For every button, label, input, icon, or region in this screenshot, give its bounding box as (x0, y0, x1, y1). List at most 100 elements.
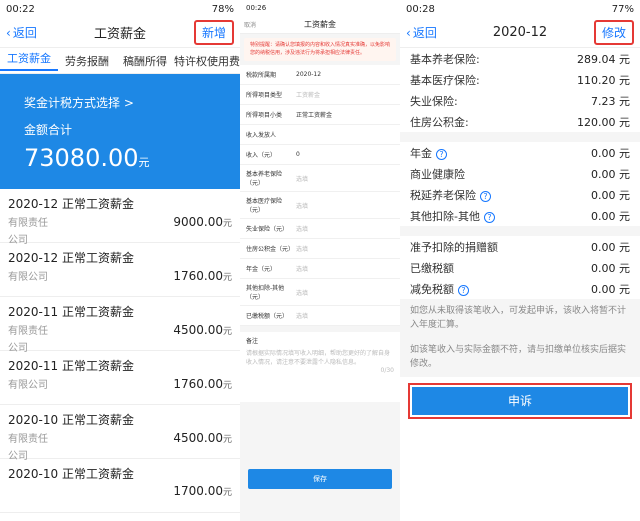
record-amount-unit: 元 (222, 488, 232, 498)
salary-list-screen: 00:22 78% ‹ 返回 工资薪金 新增 工资薪金 劳务报酬 稿酬所得 特许权使用费… (0, 0, 240, 521)
field-value[interactable]: 正常工资薪金 (296, 110, 394, 119)
form-field[interactable]: 基本养老保险（元） 选填 (240, 165, 400, 192)
record-row[interactable]: 2020-10 正常工资薪金 1700.00元 (0, 459, 240, 513)
record-company-row: 有限公司 1760.00元 (8, 268, 232, 283)
detail-value: 0.00 元 (591, 167, 630, 181)
total-unit: 元 (138, 156, 150, 169)
field-value[interactable]: 工资薪金 (296, 90, 394, 99)
detail-label-wrap: 失业保险: (410, 93, 458, 109)
record-company: 有限公司 (8, 380, 48, 391)
help-icon[interactable]: ? (436, 148, 447, 160)
detail-row: 减免税额? 0.00 元 (400, 278, 640, 299)
field-value[interactable]: 选填 (296, 174, 394, 183)
record-company-row: 有限公司 1760.00元 (8, 376, 232, 391)
status-time: 00:26 (246, 4, 267, 12)
field-value[interactable]: 选填 (296, 201, 394, 210)
field-value[interactable]: 选填 (296, 264, 394, 273)
tab-3[interactable]: 特许权使用费 (174, 53, 240, 69)
form-field[interactable]: 所得项目小类 正常工资薪金 (240, 105, 400, 125)
detail-label: 年金 (410, 146, 432, 160)
detail-label: 准予扣除的捐赠额 (410, 240, 498, 254)
help-icon[interactable]: ? (483, 211, 495, 223)
appeal-button[interactable]: 申诉 (412, 387, 628, 415)
status-battery: 78% (211, 3, 234, 15)
form-field[interactable]: 住房公积金（元） 选填 (240, 239, 400, 259)
detail-row: 基本养老保险: 289.04 元 (400, 48, 640, 69)
form-field[interactable]: 收入发放人 (240, 125, 400, 145)
detail-row: 年金? 0.00 元 (400, 142, 640, 163)
detail-row: 商业健康险 0.00 元 (400, 163, 640, 184)
detail-row: 准予扣除的捐赠额 0.00 元 (400, 236, 640, 257)
tab-0[interactable]: 工资薪金 (0, 50, 58, 71)
record-company-row: 有限责任 4500.00元 (8, 430, 232, 445)
record-row[interactable]: 2020-10 正常工资薪金 有限责任 4500.00元 公司 (0, 405, 240, 462)
detail-row: 税延养老保险? 0.00 元 (400, 184, 640, 205)
record-title: 2020-10 正常工资薪金 (8, 413, 134, 427)
record-title: 2020-11 正常工资薪金 (8, 305, 134, 319)
detail-value: 0.00 元 (591, 209, 630, 223)
tab-2[interactable]: 稿酬所得 (116, 53, 174, 69)
save-button[interactable]: 保存 (248, 469, 392, 489)
field-label: 失业保险（元） (246, 226, 289, 233)
field-value[interactable]: 选填 (296, 288, 394, 297)
record-title-row: 2020-11 正常工资薪金 (8, 357, 232, 374)
field-value[interactable]: 选填 (296, 311, 394, 320)
form-field[interactable]: 失业保险（元） 选填 (240, 219, 400, 239)
form-fields: 税款所属期 2020-12 所得项目类型 工资薪金所得项目小类 正常工资薪金收入发放人收… (240, 65, 400, 326)
form-field[interactable]: 已缴税额（元） 选填 (240, 306, 400, 326)
record-amount-unit: 元 (222, 219, 232, 229)
field-label: 基本养老保险（元） (246, 171, 283, 187)
form-field[interactable]: 税款所属期 2020-12 (240, 65, 400, 85)
record-title-row: 2020-12 正常工资薪金 (8, 195, 232, 212)
record-amount-value: 9000.00 (173, 215, 223, 229)
remark-section[interactable]: 备注 请根据实际情况填写收入明细，帮助您更好的了解自身收入情况，请注意不要泄露个… (240, 332, 400, 402)
record-row[interactable]: 2020-12 正常工资薪金 有限公司 1760.00元 (0, 243, 240, 297)
nav-bar: 取消 工资薪金 (240, 16, 400, 34)
detail-label: 其他扣除-其他 (410, 209, 480, 223)
record-amount-unit: 元 (222, 435, 232, 445)
field-value[interactable]: 选填 (296, 244, 394, 253)
bonus-method-link[interactable]: 奖金计税方式选择 > (24, 94, 216, 111)
record-amount-value: 1700.00 (173, 484, 223, 498)
tab-1[interactable]: 劳务报酬 (58, 53, 116, 69)
detail-row: 住房公积金: 120.00 元 (400, 111, 640, 132)
detail-value: 0.00 元 (591, 188, 630, 202)
help-icon[interactable]: ? (458, 284, 469, 296)
record-company: 有限责任 (8, 434, 48, 445)
field-value[interactable]: 0 (296, 151, 394, 158)
field-label: 收入发放人 (246, 132, 277, 139)
detail-row: 其他扣除-其他? 0.00 元 (400, 205, 640, 226)
detail-row: 基本医疗保险: 110.20 元 (400, 69, 640, 90)
record-row[interactable]: 2020-12 正常工资薪金 有限责任 9000.00元 公司 (0, 189, 240, 246)
record-row[interactable]: 2020-11 正常工资薪金 有限公司 1760.00元 (0, 351, 240, 405)
record-title-row: 2020-10 正常工资薪金 (8, 465, 232, 482)
status-time: 00:28 (406, 3, 435, 15)
field-value[interactable]: 2020-12 (296, 71, 394, 78)
field-label: 所得项目类型 (246, 92, 283, 99)
form-field[interactable]: 年金（元） 选填 (240, 259, 400, 279)
field-label: 基本医疗保险（元） (246, 198, 283, 214)
detail-label-wrap: 已缴税额 (410, 260, 454, 276)
edit-button[interactable]: 修改 (593, 20, 634, 45)
detail-label-wrap: 商业健康险 (410, 166, 465, 182)
total-value: 73080.00 (24, 144, 139, 172)
record-amount-value: 4500.00 (173, 431, 223, 445)
add-button[interactable]: 新增 (193, 20, 234, 45)
form-field[interactable]: 所得项目类型 工资薪金 (240, 85, 400, 105)
form-field[interactable]: 其他扣除-其他（元） 选填 (240, 279, 400, 306)
appeal-note: 如您从未取得该笔收入，可发起申诉，该收入将暂不计入年度汇算。 (400, 299, 640, 338)
field-value[interactable]: 选填 (296, 224, 394, 233)
record-list: 2020-12 正常工资薪金 有限责任 9000.00元 公司 2020-12 正常工资… (0, 189, 240, 513)
record-row[interactable]: 2020-11 正常工资薪金 有限责任 4500.00元 公司 (0, 297, 240, 354)
form-field[interactable]: 收入（元） 0 (240, 145, 400, 165)
insurance-rows: 基本养老保险: 289.04 元基本医疗保险: 110.20 元失业保险: 7.23 … (400, 48, 640, 132)
detail-value: 0.00 元 (591, 146, 630, 160)
help-icon[interactable]: ? (480, 190, 491, 202)
detail-label-wrap: 住房公积金: (410, 114, 469, 130)
detail-label: 基本医疗保险: (410, 73, 480, 87)
form-field[interactable]: 基本医疗保险（元） 选填 (240, 192, 400, 219)
status-bar: 00:22 78% (0, 0, 240, 18)
field-label: 税款所属期 (246, 72, 277, 79)
detail-label: 失业保险: (410, 94, 458, 108)
record-amount-unit: 元 (222, 327, 232, 337)
